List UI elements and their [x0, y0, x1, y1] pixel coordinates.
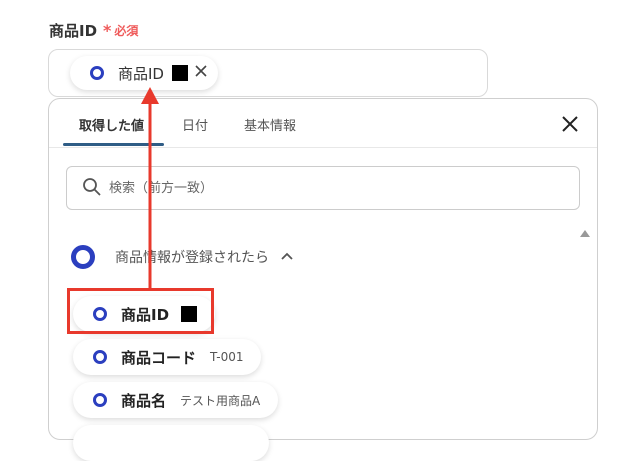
value-item-product-name[interactable]: 商品名 テスト用商品A	[73, 382, 279, 418]
required-text: 必須	[114, 24, 139, 38]
search-field[interactable]	[66, 166, 580, 210]
field-label-text: 商品ID	[49, 22, 98, 40]
search-input[interactable]	[107, 167, 571, 209]
active-tab-indicator	[63, 143, 164, 146]
value-item-label: 商品コード	[121, 348, 197, 367]
app-ring-icon	[71, 245, 95, 269]
value-item-sample: テスト用商品A	[180, 393, 261, 408]
annotation-highlight-box	[67, 288, 214, 334]
value-dot-icon	[93, 393, 107, 407]
value-item-product-code[interactable]: 商品コード T-001	[73, 339, 262, 375]
search-icon	[83, 178, 101, 196]
selected-value-chip[interactable]: 商品ID	[70, 56, 218, 90]
selected-chip-label: 商品ID	[118, 64, 164, 83]
close-icon	[195, 65, 207, 77]
remove-chip-button[interactable]	[194, 64, 208, 82]
tab-basic-info[interactable]: 基本情報	[244, 115, 296, 134]
redacted-block	[171, 65, 188, 81]
group-header[interactable]: 商品情報が登録されたら	[71, 245, 295, 269]
panel-close-button[interactable]	[559, 113, 581, 135]
tab-bar: 取得した値 日付 基本情報	[49, 99, 597, 148]
scroll-up-icon[interactable]	[580, 230, 590, 237]
tab-date[interactable]: 日付	[182, 115, 208, 134]
value-dot-icon	[90, 66, 104, 80]
group-title: 商品情報が登録されたら	[115, 250, 269, 266]
tab-retrieved-values[interactable]: 取得した値	[79, 115, 144, 134]
chevron-up-icon	[281, 252, 293, 260]
required-mark: *	[103, 21, 112, 40]
value-dot-icon	[93, 350, 107, 364]
close-icon	[562, 116, 578, 132]
value-item-partial[interactable]	[73, 425, 269, 461]
value-item-sample: T-001	[210, 350, 244, 364]
value-item-label: 商品名	[121, 391, 167, 410]
field-label: 商品ID * 必須	[49, 20, 138, 41]
